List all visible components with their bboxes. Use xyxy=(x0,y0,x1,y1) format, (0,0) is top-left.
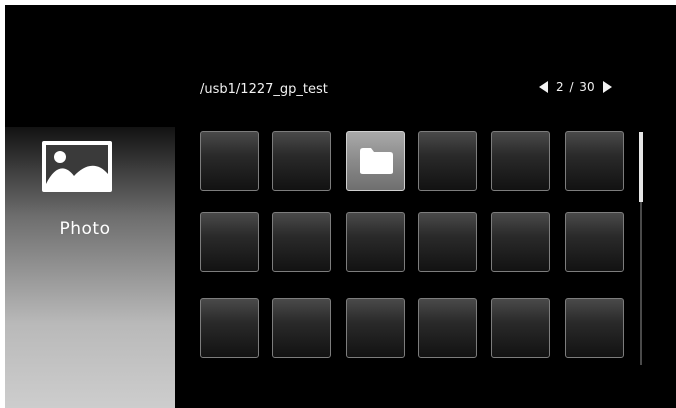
thumbnail-tile[interactable] xyxy=(418,131,477,191)
current-path: /usb1/1227_gp_test xyxy=(200,82,328,97)
thumbnail-tile[interactable] xyxy=(200,212,259,272)
thumbnail-tile[interactable] xyxy=(491,298,550,358)
thumbnail-tile[interactable] xyxy=(346,212,405,272)
thumbnail-tile[interactable] xyxy=(200,298,259,358)
thumbnail-tile[interactable] xyxy=(200,131,259,191)
photo-icon xyxy=(42,141,112,192)
scrollbar-thumb[interactable] xyxy=(639,132,643,202)
next-page-icon[interactable] xyxy=(602,81,612,93)
thumbnail-tile[interactable] xyxy=(272,212,331,272)
thumbnail-tile[interactable] xyxy=(272,298,331,358)
page-indicator: 2 / 30 xyxy=(556,80,595,94)
prev-page-icon[interactable] xyxy=(539,81,548,93)
pagination: 2 / 30 xyxy=(539,80,612,94)
thumbnail-tile[interactable] xyxy=(491,131,550,191)
media-browser-screen: Photo /usb1/1227_gp_test 2 / 30 xyxy=(5,5,676,408)
thumbnail-tile[interactable] xyxy=(491,212,550,272)
thumbnail-tile[interactable] xyxy=(565,212,624,272)
folder-icon xyxy=(360,148,393,174)
thumbnail-tile[interactable] xyxy=(565,298,624,358)
thumbnail-tile[interactable] xyxy=(346,298,405,358)
folder-tile[interactable] xyxy=(346,131,405,191)
category-label: Photo xyxy=(59,219,111,239)
scrollbar[interactable] xyxy=(639,132,643,365)
thumbnail-tile[interactable] xyxy=(272,131,331,191)
thumbnail-tile[interactable] xyxy=(418,212,477,272)
thumbnail-tile[interactable] xyxy=(418,298,477,358)
thumbnail-tile[interactable] xyxy=(565,131,624,191)
category-panel[interactable]: Photo xyxy=(5,127,175,408)
